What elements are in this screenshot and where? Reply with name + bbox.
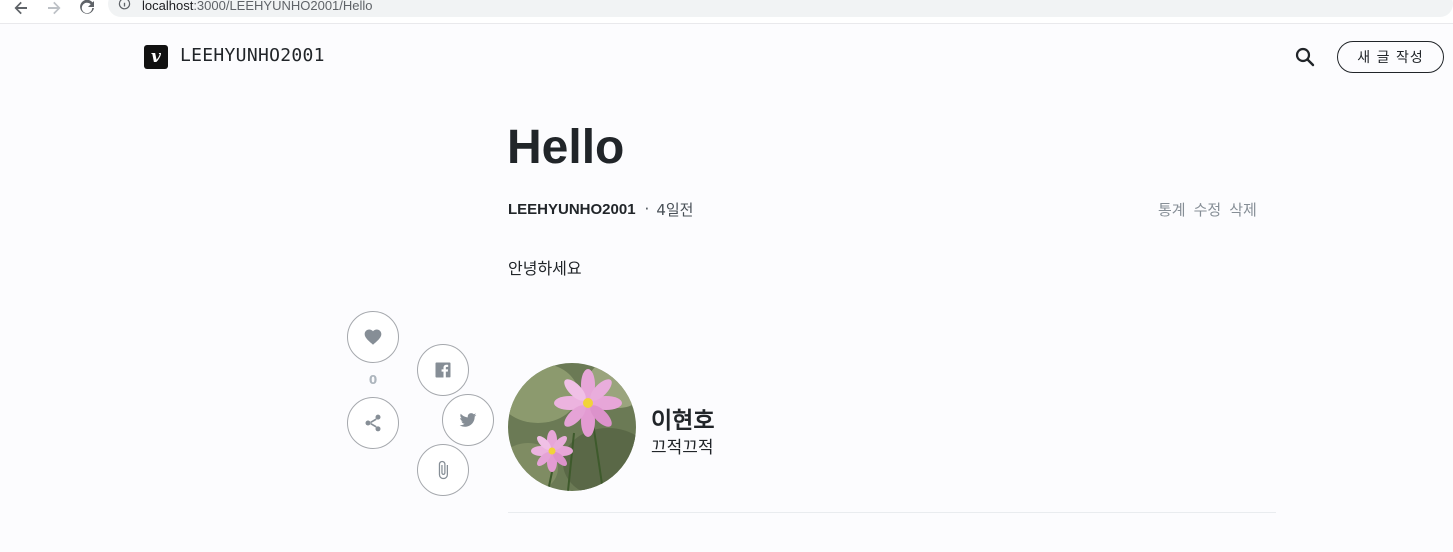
post-content: 안녕하세요 xyxy=(508,259,582,278)
post-date: 4일전 xyxy=(656,200,694,219)
profile-name[interactable]: 이현호 xyxy=(651,401,714,435)
new-post-button[interactable]: 새 글 작성 xyxy=(1337,41,1444,73)
share-button[interactable] xyxy=(347,397,399,449)
heart-icon xyxy=(364,329,382,345)
browser-toolbar: localhost:3000/LEEHYUNHO2001/Hello xyxy=(0,0,1453,24)
user-avatar[interactable] xyxy=(508,363,636,491)
profile-description: 끄적끄적 xyxy=(651,438,714,458)
reload-icon[interactable] xyxy=(76,0,98,16)
post-author[interactable]: LEEHYUNHO2001 xyxy=(508,201,636,218)
post-meta: LEEHYUNHO2001 · 4일전 xyxy=(508,198,693,220)
edit-link[interactable]: 수정 xyxy=(1194,199,1222,220)
paperclip-icon xyxy=(438,460,448,480)
site-info-icon[interactable] xyxy=(118,0,131,13)
url-text[interactable]: localhost:3000/LEEHYUNHO2001/Hello xyxy=(142,0,373,13)
facebook-share-button[interactable] xyxy=(417,344,469,396)
like-button[interactable] xyxy=(347,311,399,363)
divider xyxy=(508,512,1276,513)
meta-separator: · xyxy=(644,200,650,218)
twitter-icon xyxy=(459,413,477,427)
forward-arrow-icon[interactable] xyxy=(43,0,65,16)
copy-link-button[interactable] xyxy=(417,444,469,496)
post-actions: 통계 수정 삭제 xyxy=(1158,198,1257,220)
blog-name[interactable]: LEEHYUNHO2001 xyxy=(180,45,325,66)
url-host: localhost xyxy=(142,0,194,13)
delete-link[interactable]: 삭제 xyxy=(1229,199,1257,220)
share-icon xyxy=(365,414,381,432)
like-count: 0 xyxy=(368,373,378,387)
back-arrow-icon[interactable] xyxy=(10,0,32,16)
url-path: :3000/LEEHYUNHO2001/Hello xyxy=(193,0,373,13)
flower-photo xyxy=(508,363,636,491)
twitter-share-button[interactable] xyxy=(442,394,494,446)
post-title: Hello xyxy=(507,121,625,174)
facebook-icon xyxy=(435,362,451,378)
search-icon[interactable] xyxy=(1294,46,1316,68)
velog-logo-icon[interactable]: v xyxy=(144,45,168,69)
stats-link[interactable]: 통계 xyxy=(1158,199,1186,220)
